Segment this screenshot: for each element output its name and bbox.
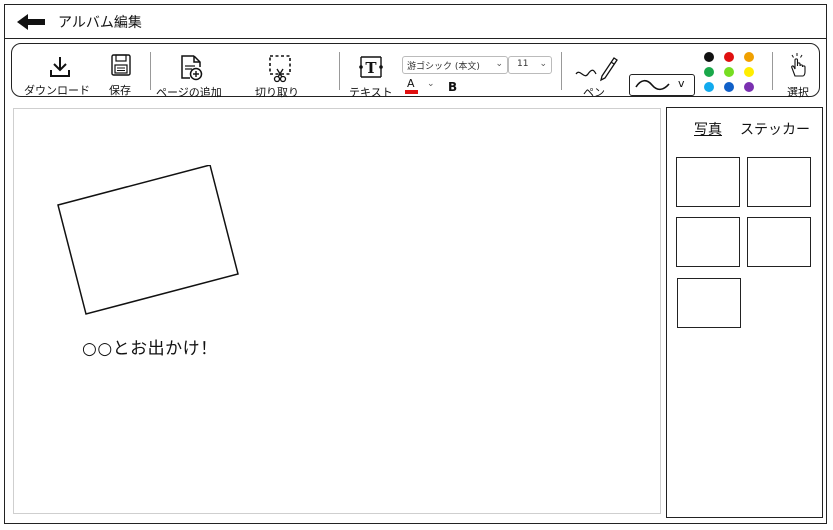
tab-photos[interactable]: 写真	[694, 119, 722, 139]
cut-selection-icon	[269, 55, 291, 83]
color-swatch-blue[interactable]	[724, 82, 734, 92]
color-swatch-light-green[interactable]	[724, 67, 734, 77]
photo-thumbnail[interactable]	[747, 217, 811, 267]
photo-thumbnail[interactable]	[747, 157, 811, 207]
tab-stickers[interactable]: ステッカー	[740, 119, 810, 139]
caption-text[interactable]: ○○とお出かけ！	[82, 334, 218, 359]
font-size-value: 11	[517, 59, 529, 69]
color-swatch-orange[interactable]	[744, 52, 754, 62]
back-arrow-icon[interactable]	[17, 13, 47, 31]
pen-tool-button[interactable]: ペン	[570, 46, 620, 99]
bold-button[interactable]: B	[448, 80, 457, 94]
add-page-label: ページの追加	[156, 86, 222, 99]
chevron-down-icon: ⌄	[539, 59, 547, 69]
cut-label: 切り取り	[255, 86, 299, 99]
add-page-button[interactable]: ページの追加	[154, 46, 234, 99]
save-label: 保存	[109, 84, 131, 97]
save-button[interactable]: 保存	[104, 46, 138, 97]
font-color-button[interactable]: A ⌄	[405, 77, 439, 96]
color-swatch-black[interactable]	[704, 52, 714, 62]
svg-text:T: T	[365, 59, 377, 77]
font-family-select[interactable]: 游ゴシック (本文) ⌄	[402, 56, 508, 74]
toolbar-divider	[772, 52, 773, 90]
photo-thumbnail[interactable]	[676, 157, 740, 207]
tap-hand-icon	[791, 53, 806, 77]
text-tool-label: テキスト	[349, 86, 393, 99]
download-label: ダウンロード	[24, 84, 90, 97]
album-canvas[interactable]: ○○とお出かけ！	[13, 108, 661, 514]
font-color-letter: A	[407, 77, 415, 90]
toolbar: ダウンロード 保存 ページの追加 切り取り T テキスト 游ゴシック (本文) …	[11, 43, 820, 99]
chevron-down-icon: ⌄	[427, 79, 435, 89]
toolbar-divider	[339, 52, 340, 90]
text-tool-button[interactable]: T テキスト	[346, 46, 400, 99]
floppy-disk-icon	[111, 54, 131, 76]
font-family-value: 游ゴシック (本文)	[407, 62, 480, 72]
photo-thumbnail[interactable]	[677, 278, 741, 328]
color-swatch-red[interactable]	[724, 52, 734, 62]
photo-placeholder[interactable]	[56, 165, 246, 325]
add-page-icon	[181, 55, 203, 81]
stroke-style-value: v	[678, 77, 685, 90]
pen-label: ペン	[583, 86, 605, 99]
page-title: アルバム編集	[58, 15, 142, 31]
color-swatch-purple[interactable]	[744, 82, 754, 92]
toolbar-divider	[150, 52, 151, 90]
color-swatch-yellow[interactable]	[744, 67, 754, 77]
text-box-icon: T	[359, 56, 383, 78]
download-button[interactable]: ダウンロード	[22, 46, 102, 97]
color-swatch-green[interactable]	[704, 67, 714, 77]
toolbar-divider	[561, 52, 562, 90]
cut-button[interactable]: 切り取り	[252, 46, 312, 99]
photo-thumbnail[interactable]	[676, 217, 740, 267]
download-icon	[50, 57, 70, 77]
font-color-swatch	[405, 90, 418, 94]
stroke-style-select[interactable]: v	[629, 74, 695, 96]
wave-line-icon	[635, 79, 670, 91]
color-swatch-sky-blue[interactable]	[704, 82, 714, 92]
asset-panel: 写真 ステッカー	[666, 107, 823, 518]
color-palette	[702, 50, 764, 94]
app-window: アルバム編集 ダウンロード 保存 ページの追加 切り取り T テキスト 游ゴシッ…	[4, 4, 827, 524]
font-size-select[interactable]: 11 ⌄	[508, 56, 552, 74]
pen-icon	[575, 57, 618, 82]
select-tool-button[interactable]: 選択	[778, 46, 818, 99]
select-label: 選択	[787, 86, 809, 99]
title-bar: アルバム編集	[5, 5, 826, 39]
chevron-down-icon: ⌄	[495, 59, 503, 69]
